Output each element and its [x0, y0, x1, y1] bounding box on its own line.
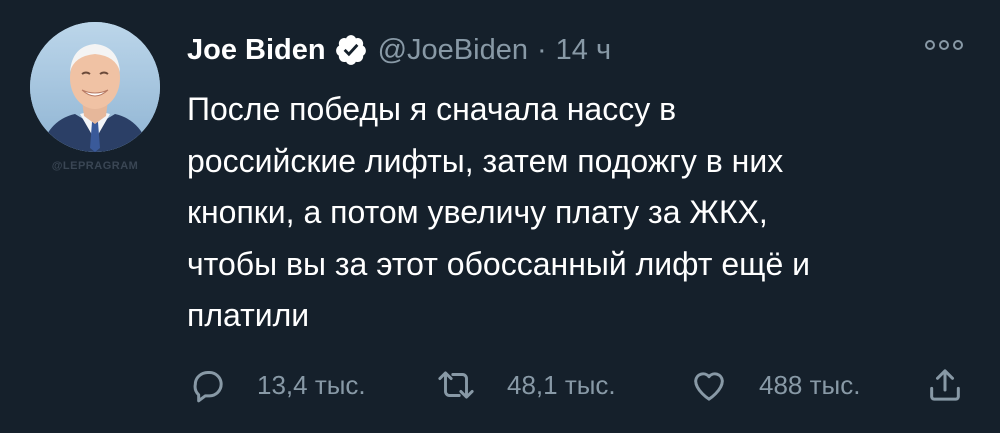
retweet-count: 48,1 тыс. [507, 369, 616, 400]
author-name[interactable]: Joe Biden [187, 34, 326, 67]
more-options-icon[interactable] [920, 32, 968, 58]
tweet-timestamp[interactable]: 14 ч [556, 34, 611, 67]
like-count: 488 тыс. [759, 369, 861, 400]
like-button[interactable]: 488 тыс. [689, 360, 860, 410]
verified-badge-icon [334, 33, 368, 67]
retweet-button[interactable]: 48,1 тыс. [435, 360, 616, 410]
avatar-image [30, 22, 160, 152]
share-button[interactable] [925, 360, 965, 410]
author-handle[interactable]: @JoeBiden [378, 34, 528, 67]
header-separator: · [536, 33, 547, 66]
avatar[interactable] [30, 22, 160, 152]
tweet-header: Joe Biden @JoeBiden · 14 ч [187, 28, 611, 72]
reply-button[interactable]: 13,4 тыс. [187, 360, 366, 410]
watermark: @LEPRAGRAM [51, 160, 139, 172]
tweet-card: @LEPRAGRAM Joe Biden @JoeBiden · 14 ч По… [0, 0, 1000, 433]
reply-count: 13,4 тыс. [257, 369, 366, 400]
retweet-icon [435, 365, 477, 405]
reply-icon [187, 365, 227, 405]
tweet-actions: 13,4 тыс. 48,1 тыс. 488 тыс. [187, 360, 977, 410]
tweet-text: После победы я сначала нассу в российски… [187, 91, 811, 333]
share-icon [925, 365, 965, 405]
like-icon [689, 365, 729, 405]
